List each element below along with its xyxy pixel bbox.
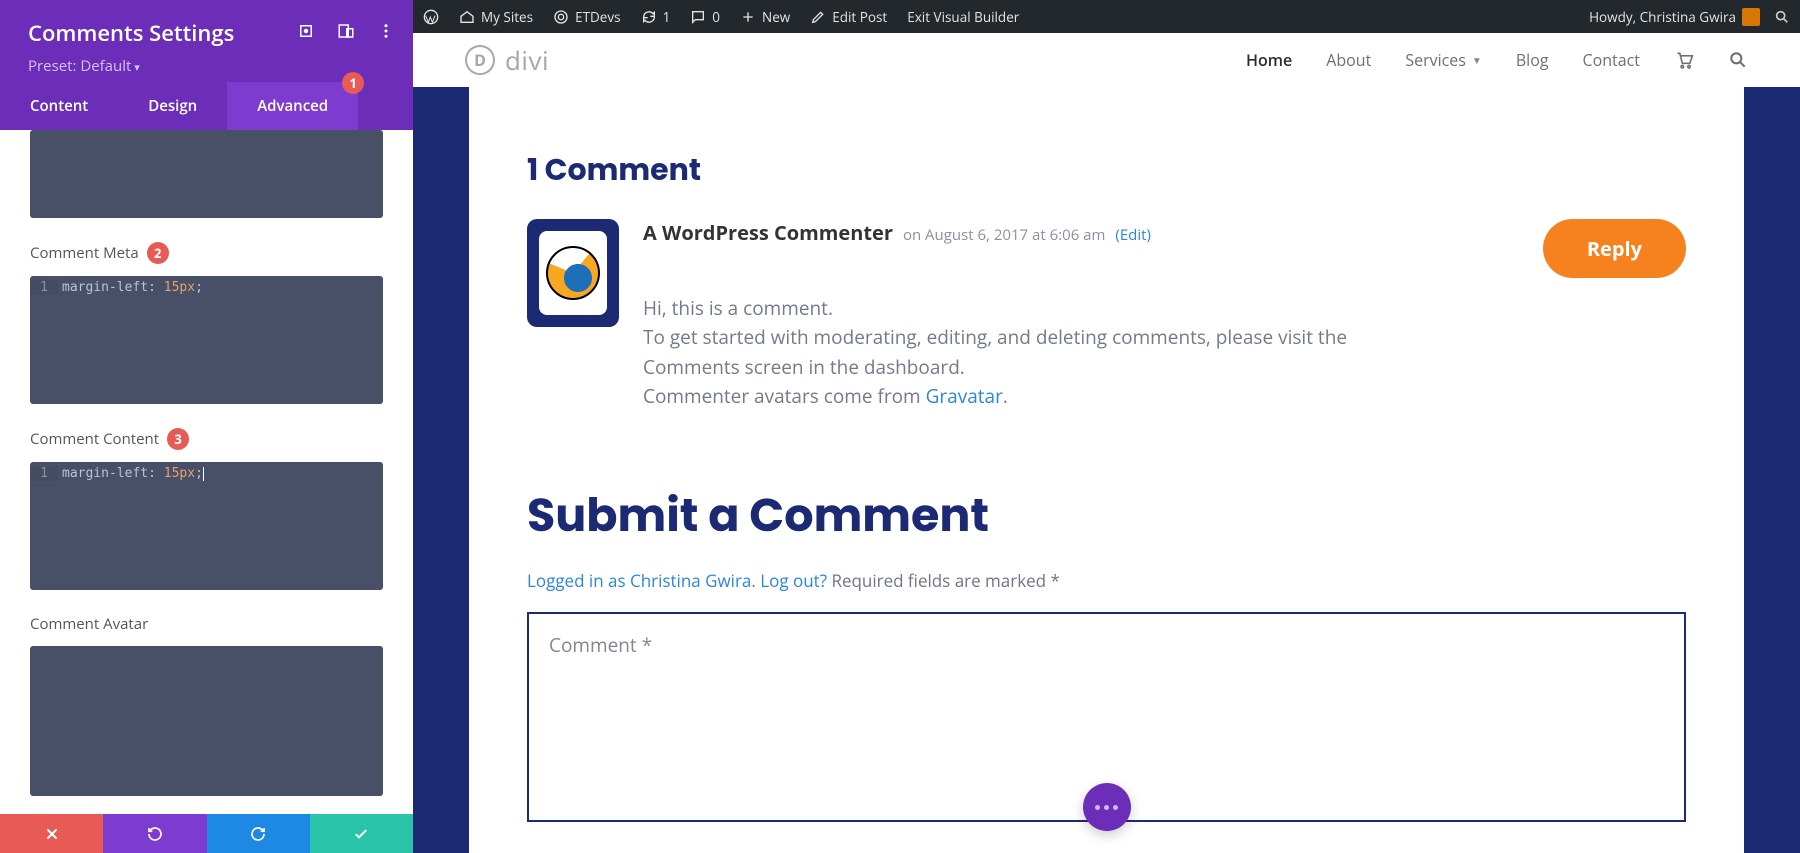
- comment-edit-link[interactable]: (Edit): [1115, 225, 1151, 245]
- comments-heading: 1 Comment: [527, 147, 1686, 193]
- settings-tabs: Content Design Advanced 1: [0, 82, 413, 130]
- code-editor-content[interactable]: 1 margin-left: 15px;: [30, 462, 383, 590]
- nav-contact[interactable]: Contact: [1583, 49, 1640, 71]
- expand-icon[interactable]: [297, 22, 315, 40]
- dot-icon: [1113, 805, 1118, 810]
- divi-fab-button[interactable]: [1083, 783, 1131, 831]
- tab-advanced-label: Advanced: [257, 96, 328, 116]
- page-content: 1 Comment A WordPress Commenter on Augus…: [469, 87, 1744, 853]
- nav-home[interactable]: Home: [1246, 49, 1292, 71]
- sidebar-footer: [0, 814, 413, 853]
- code-editor-prev[interactable]: [30, 130, 383, 218]
- comment-author: A WordPress Commenter: [643, 219, 893, 246]
- tab-advanced[interactable]: Advanced 1: [227, 82, 358, 130]
- edit-post-link[interactable]: Edit Post: [810, 8, 887, 26]
- wapuu-icon: [546, 246, 600, 300]
- howdy-link[interactable]: Howdy, Christina Gwira: [1589, 8, 1760, 26]
- reply-button[interactable]: Reply: [1543, 219, 1686, 278]
- tab-content[interactable]: Content: [0, 82, 118, 130]
- tab-badge-1: 1: [342, 72, 364, 94]
- dot-icon: [1095, 805, 1100, 810]
- logo-mark-icon: D: [465, 45, 495, 75]
- commenter-avatar: [527, 219, 619, 327]
- comments-link[interactable]: 0: [690, 8, 720, 26]
- comment-date: on August 6, 2017 at 6:06 am: [903, 225, 1105, 245]
- badge-2: 2: [147, 242, 169, 264]
- logo-text: divi: [505, 42, 549, 78]
- exit-vb-link[interactable]: Exit Visual Builder: [907, 8, 1019, 26]
- comment-body: Hi, this is a comment. To get started wi…: [643, 294, 1423, 412]
- wp-logo-icon[interactable]: [423, 9, 439, 25]
- logout-link[interactable]: Log out?: [760, 569, 827, 592]
- label-comment-avatar: Comment Avatar: [30, 614, 383, 634]
- settings-sidebar: Comments Settings Preset: Default Conten…: [0, 0, 413, 853]
- logged-in-link[interactable]: Logged in as Christina Gwira: [527, 569, 751, 592]
- settings-panel[interactable]: Comment Meta 2 1 margin-left: 15px; Comm…: [0, 130, 413, 814]
- tab-design[interactable]: Design: [118, 82, 227, 130]
- my-sites-link[interactable]: My Sites: [459, 8, 533, 26]
- chevron-down-icon: ▼: [1472, 53, 1482, 67]
- code-editor-meta[interactable]: 1 margin-left: 15px;: [30, 276, 383, 404]
- site-header: D divi Home About Services ▼ Blog Contac…: [413, 33, 1800, 87]
- label-comment-meta: Comment Meta 2: [30, 242, 383, 264]
- label-comment-content: Comment Content 3: [30, 428, 383, 450]
- cart-icon[interactable]: [1674, 50, 1694, 70]
- preset-dropdown[interactable]: Preset: Default: [28, 56, 385, 76]
- search-icon[interactable]: [1728, 50, 1748, 70]
- sidebar-header: Comments Settings Preset: Default: [0, 0, 413, 82]
- wp-search-icon[interactable]: [1774, 9, 1790, 25]
- redo-button[interactable]: [207, 814, 310, 853]
- more-icon[interactable]: [377, 22, 395, 40]
- undo-button[interactable]: [103, 814, 206, 853]
- gravatar-link[interactable]: Gravatar: [926, 383, 1003, 409]
- save-button[interactable]: [310, 814, 413, 853]
- wp-admin-bar: My Sites ETDevs 1 0 New Edit Post: [413, 0, 1800, 33]
- discard-button[interactable]: [0, 814, 103, 853]
- site-link[interactable]: ETDevs: [553, 8, 621, 26]
- code-editor-avatar[interactable]: [30, 646, 383, 796]
- updates-link[interactable]: 1: [641, 8, 671, 26]
- submit-heading: Submit a Comment: [527, 482, 1686, 551]
- user-avatar-icon: [1742, 8, 1760, 26]
- nav-blog[interactable]: Blog: [1516, 49, 1549, 71]
- comment-item: A WordPress Commenter on August 6, 2017 …: [527, 219, 1686, 412]
- page-stage: D divi Home About Services ▼ Blog Contac…: [413, 33, 1800, 853]
- new-link[interactable]: New: [740, 8, 790, 26]
- nav-services[interactable]: Services ▼: [1405, 49, 1482, 71]
- badge-3: 3: [167, 428, 189, 450]
- preview-area: My Sites ETDevs 1 0 New Edit Post: [413, 0, 1800, 853]
- site-logo[interactable]: D divi: [465, 42, 549, 78]
- login-status: Logged in as Christina Gwira. Log out? R…: [527, 569, 1686, 592]
- primary-nav: Home About Services ▼ Blog Contact: [1246, 49, 1748, 71]
- dot-icon: [1104, 805, 1109, 810]
- nav-about[interactable]: About: [1326, 49, 1371, 71]
- responsive-icon[interactable]: [337, 22, 355, 40]
